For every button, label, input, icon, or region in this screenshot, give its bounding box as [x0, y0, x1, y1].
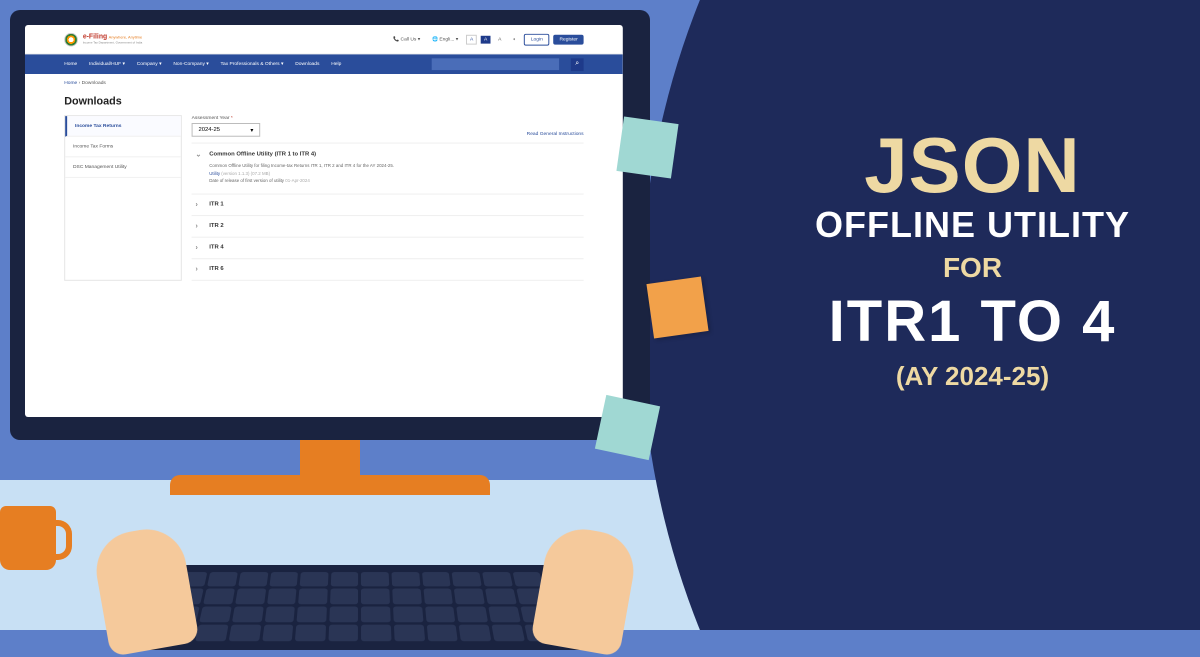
accordion-header-common[interactable]: ⌄ Common Offline Utility (ITR 1 to ITR 4…	[196, 150, 580, 158]
nav-company[interactable]: Company ▾	[137, 61, 162, 67]
contrast-toggle[interactable]: ◐	[509, 34, 520, 44]
accordion-itr4[interactable]: › ITR 4	[192, 238, 584, 260]
sidebar-item-dsc-utility[interactable]: DSC Management Utility	[65, 157, 181, 178]
search-icon[interactable]: ⌕	[571, 58, 584, 71]
assessment-year-label: Assessment Year *	[192, 115, 261, 121]
accordion-title: ITR 1	[209, 202, 223, 208]
accordion-title: ITR 4	[209, 245, 223, 251]
utility-download-row: Utility (version 1.1.3) (07.2 MB)	[209, 170, 579, 177]
nav-help[interactable]: Help	[331, 61, 341, 67]
coffee-mug	[0, 506, 56, 570]
language-selector[interactable]: 🌐 Engli... ▾	[428, 34, 462, 44]
nav-home[interactable]: Home	[64, 61, 77, 67]
sticky-note-orange	[646, 276, 708, 338]
page-title: Downloads	[25, 92, 623, 116]
chevron-right-icon: ›	[196, 201, 204, 208]
accordion-title: Common Offline Utility (ITR 1 to ITR 4)	[209, 151, 316, 157]
chevron-right-icon: ›	[196, 223, 204, 230]
utility-version-meta: (version 1.1.3) (07.2 MB)	[221, 171, 270, 176]
brand-sub: Income Tax Department, Government of Ind…	[83, 41, 142, 45]
nav-downloads[interactable]: Downloads	[295, 61, 319, 67]
utility-download-link[interactable]: Utility	[209, 171, 220, 176]
downloads-accordion: ⌄ Common Offline Utility (ITR 1 to ITR 4…	[192, 143, 584, 281]
banner-line-ay: (AY 2024-25)	[815, 361, 1130, 392]
scene: e-Filing Anywhere, Anytime Income Tax De…	[0, 0, 1200, 630]
accordion-common-utility: ⌄ Common Offline Utility (ITR 1 to ITR 4…	[192, 144, 584, 195]
monitor: e-Filing Anywhere, Anytime Income Tax De…	[10, 10, 650, 490]
accordion-itr1[interactable]: › ITR 1	[192, 194, 584, 216]
breadcrumb-home[interactable]: Home	[64, 80, 77, 86]
font-size-default[interactable]: A	[481, 35, 490, 43]
assessment-year-select[interactable]: 2024-25 ▾	[192, 123, 261, 137]
read-instructions-link[interactable]: Read General Instructions	[527, 131, 584, 137]
monitor-bezel: e-Filing Anywhere, Anytime Income Tax De…	[10, 10, 650, 440]
sticky-note-teal-bottom	[595, 395, 660, 460]
brand-main: e-Filing	[83, 34, 107, 41]
chevron-down-icon: ▾	[250, 127, 253, 134]
chevron-right-icon: ›	[196, 244, 204, 251]
accordion-body-common: Common Offline Utility for filing Income…	[196, 158, 580, 186]
font-size-large[interactable]: A	[494, 34, 505, 44]
site-topbar: e-Filing Anywhere, Anytime Income Tax De…	[25, 25, 623, 54]
assessment-year-field: Assessment Year * 2024-25 ▾	[192, 115, 261, 137]
utility-description: Common Offline Utility for filing Income…	[209, 162, 579, 169]
banner-text: JSON OFFLINE UTILITY FOR ITR1 TO 4 (AY 2…	[815, 130, 1130, 392]
content-area: Income Tax Returns Income Tax Forms DSC …	[25, 115, 623, 281]
banner-line-offline: OFFLINE UTILITY	[815, 204, 1130, 246]
monitor-base	[170, 475, 490, 495]
breadcrumb-sep: ›	[79, 80, 81, 86]
nav-noncompany[interactable]: Non-Company ▾	[173, 61, 208, 67]
accordion-title: ITR 6	[209, 266, 223, 272]
gov-emblem-icon	[64, 32, 78, 46]
banner-line-for: FOR	[815, 252, 1130, 284]
brand-text: e-Filing Anywhere, Anytime Income Tax De…	[83, 34, 142, 45]
browser-window: e-Filing Anywhere, Anytime Income Tax De…	[25, 25, 623, 417]
nav-search-input[interactable]	[432, 58, 559, 70]
brand-area: e-Filing Anywhere, Anytime Income Tax De…	[64, 32, 142, 46]
chevron-down-icon: ⌄	[196, 150, 204, 158]
brand-side: Anywhere, Anytime	[109, 35, 143, 40]
monitor-neck	[300, 440, 360, 475]
login-button[interactable]: Login	[524, 33, 550, 45]
assessment-row: Assessment Year * 2024-25 ▾ Read General…	[192, 115, 584, 137]
accordion-itr2[interactable]: › ITR 2	[192, 216, 584, 238]
nav-individual[interactable]: Individual/HUF ▾	[89, 61, 125, 67]
sidebar-item-itr-forms[interactable]: Income Tax Forms	[65, 137, 181, 158]
sticky-note-teal-top	[616, 116, 678, 178]
font-size-small[interactable]: A	[466, 34, 477, 44]
accordion-itr6[interactable]: › ITR 6	[192, 259, 584, 281]
utility-release-row: Date of release of first version of util…	[209, 177, 579, 184]
downloads-sidebar: Income Tax Returns Income Tax Forms DSC …	[64, 115, 182, 281]
accordion-title: ITR 2	[209, 223, 223, 229]
breadcrumb-current: Downloads	[82, 80, 106, 86]
register-button[interactable]: Register	[554, 34, 584, 44]
call-us-link[interactable]: 📞 Call Us ▾	[389, 34, 424, 44]
main-nav: Home Individual/HUF ▾ Company ▾ Non-Comp…	[25, 54, 623, 74]
banner-line-itr: ITR1 TO 4	[815, 288, 1130, 355]
breadcrumb: Home › Downloads	[25, 74, 623, 92]
downloads-main: Assessment Year * 2024-25 ▾ Read General…	[192, 115, 584, 281]
sidebar-item-itr-returns[interactable]: Income Tax Returns	[65, 116, 181, 137]
nav-taxpro[interactable]: Tax Professionals & Others ▾	[221, 61, 284, 67]
topbar-actions: 📞 Call Us ▾ 🌐 Engli... ▾ A A A ◐ Login R…	[389, 33, 583, 45]
chevron-right-icon: ›	[196, 266, 204, 273]
banner-line-json: JSON	[815, 130, 1130, 200]
